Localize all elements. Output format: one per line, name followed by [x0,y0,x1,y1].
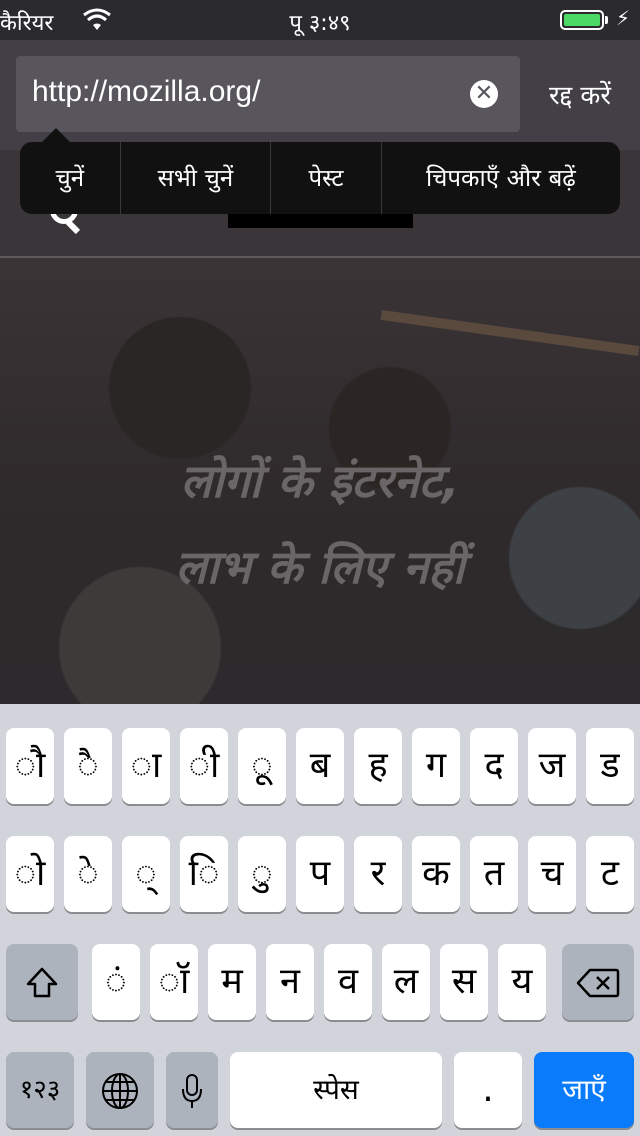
key[interactable]: न [266,944,314,1020]
space-key[interactable]: स्पेस [230,1052,442,1128]
key[interactable]: त [470,836,518,912]
backspace-icon [576,961,620,1002]
shift-key[interactable] [6,944,78,1020]
url-text[interactable]: http://mozilla.org/ [32,75,260,109]
key[interactable]: ् [122,836,170,912]
key[interactable]: ग [412,728,460,804]
key[interactable]: ल [382,944,430,1020]
key[interactable]: व [324,944,372,1020]
numbers-key[interactable]: १२३ [6,1052,74,1128]
key[interactable]: े [64,836,112,912]
go-button[interactable]: जाएँ [534,1052,634,1128]
keyboard: ौ ै ा ी ू ब ह ग द ज ड ो े ् ि ु प र क त … [0,704,640,1136]
menu-item-paste-and-go[interactable]: चिपकाएँ और बढ़ें [382,142,620,214]
battery-icon [560,10,604,30]
key[interactable]: म [208,944,256,1020]
globe-key[interactable] [86,1052,154,1128]
key[interactable]: द [470,728,518,804]
menu-item-paste[interactable]: पेस्ट [271,142,382,214]
key[interactable]: य [498,944,546,1020]
search-icon-handle [65,219,81,235]
cancel-button[interactable]: रद्द करें [520,76,640,112]
clock: पू ३:४९ [289,11,351,36]
key[interactable]: ज [528,728,576,804]
shift-icon [24,961,60,1002]
battery-tip [605,16,608,24]
key[interactable]: ा [122,728,170,804]
edit-context-menu: चुनें सभी चुनें पेस्ट चिपकाएँ और बढ़ें [20,142,620,214]
key[interactable]: ह [354,728,402,804]
globe-icon [100,1069,140,1110]
period-key[interactable]: . [454,1052,522,1128]
key[interactable]: ू [238,728,286,804]
key[interactable]: ो [6,836,54,912]
key[interactable]: ै [64,728,112,804]
hero-image: लोगों के इंटरनेट, लाभ के लिए नहीं [0,258,640,704]
key[interactable]: ु [238,836,286,912]
key[interactable]: ि [180,836,228,912]
key[interactable]: ं [92,944,140,1020]
hero-headline: लोगों के इंटरनेट, लाभ के लिए नहीं [0,438,640,610]
charging-icon: ⚡ [616,6,631,30]
key[interactable]: च [528,836,576,912]
status-bar: कैरियर पू ३:४९ ⚡ [0,0,640,40]
backspace-key[interactable] [562,944,634,1020]
clear-icon[interactable]: ✕ [470,80,498,108]
key[interactable]: ब [296,728,344,804]
menu-item-select[interactable]: चुनें [20,142,121,214]
menu-arrow [42,128,70,142]
key[interactable]: ट [586,836,634,912]
key[interactable]: ौ [6,728,54,804]
mic-key[interactable] [166,1052,218,1128]
key[interactable]: क [412,836,460,912]
key[interactable]: स [440,944,488,1020]
key[interactable]: ॉ [150,944,198,1020]
url-input[interactable]: http://mozilla.org/ ✕ [16,56,520,132]
headline-line-1: लोगों के इंटरनेट, [180,454,460,508]
microphone-icon [180,1069,204,1110]
key[interactable]: र [354,836,402,912]
key[interactable]: ड [586,728,634,804]
key[interactable]: प [296,836,344,912]
headline-line-2: लाभ के लिए नहीं [175,540,465,594]
key[interactable]: ी [180,728,228,804]
hero-decor [380,309,640,357]
menu-item-select-all[interactable]: सभी चुनें [121,142,272,214]
